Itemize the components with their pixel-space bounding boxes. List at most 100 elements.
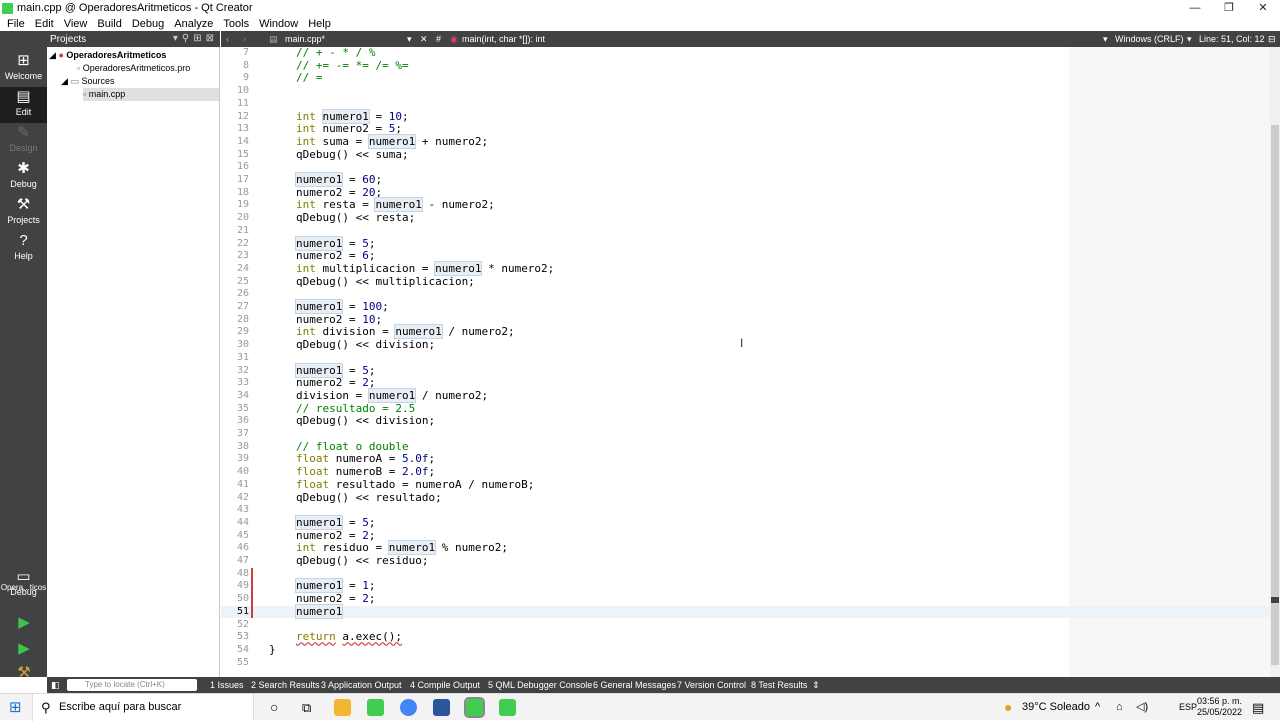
- line-number[interactable]: 30: [221, 339, 249, 352]
- line-number[interactable]: 48: [221, 568, 249, 581]
- output-tab-compile-output[interactable]: 4 Compile Output: [410, 677, 480, 693]
- qt-app-icon[interactable]: [367, 699, 384, 716]
- code-line[interactable]: 15 qDebug() << suma;: [221, 148, 1270, 162]
- locator-input[interactable]: Type to locate (Ctrl+K): [67, 679, 197, 691]
- windows-start-icon[interactable]: ⊞: [9, 694, 22, 721]
- menu-window[interactable]: Window: [254, 18, 303, 30]
- output-tab-qml-debugger-console[interactable]: 5 QML Debugger Console: [488, 677, 592, 693]
- code-line[interactable]: 30 qDebug() << division;: [221, 338, 1270, 352]
- line-number[interactable]: 18: [221, 187, 249, 200]
- code-line[interactable]: 9 // =: [221, 72, 1270, 85]
- line-number[interactable]: 49: [221, 580, 249, 593]
- tree-item-pro-file[interactable]: ▫ OperadoresAritmeticos.pro: [77, 62, 219, 75]
- line-number[interactable]: 29: [221, 326, 249, 339]
- output-tab-general-messages[interactable]: 6 General Messages: [593, 677, 676, 693]
- line-number[interactable]: 35: [221, 403, 249, 416]
- network-icon[interactable]: ⌂: [1116, 694, 1123, 721]
- code-line[interactable]: 10: [221, 85, 1270, 98]
- line-number[interactable]: 9: [221, 72, 249, 85]
- dropdown-arrow-icon[interactable]: ▾: [1187, 31, 1192, 47]
- taskbar-search-box[interactable]: ⚲ Escribe aquí para buscar: [32, 694, 254, 721]
- split-icon[interactable]: ⊞: [193, 33, 205, 44]
- code-line[interactable]: 13 int numero2 = 5;: [221, 122, 1270, 136]
- minimize-button[interactable]: —: [1178, 0, 1212, 16]
- menu-edit[interactable]: Edit: [30, 18, 59, 30]
- line-number[interactable]: 38: [221, 441, 249, 454]
- mode-debug[interactable]: ✱ Debug: [0, 159, 47, 195]
- line-number[interactable]: 10: [221, 85, 249, 98]
- nav-back-icon[interactable]: ‹: [226, 31, 229, 47]
- open-documents-combo[interactable]: main.cpp*: [285, 31, 413, 47]
- line-number[interactable]: 52: [221, 619, 249, 632]
- line-number[interactable]: 27: [221, 301, 249, 314]
- code-line[interactable]: 48: [221, 567, 1270, 581]
- code-line[interactable]: 32 numero1 = 5;: [221, 362, 1270, 378]
- line-number[interactable]: 45: [221, 530, 249, 543]
- language-indicator[interactable]: ESP: [1179, 694, 1197, 721]
- code-line[interactable]: 8 // += -= *= /= %=: [221, 59, 1270, 73]
- task-view-icon[interactable]: ⧉: [302, 694, 311, 721]
- line-number[interactable]: 55: [221, 657, 249, 670]
- output-tab-version-control[interactable]: 7 Version Control: [677, 677, 746, 693]
- scrollbar-thumb[interactable]: [1271, 125, 1279, 665]
- code-line[interactable]: 55: [221, 657, 1270, 670]
- weather-text[interactable]: 39°C Soleado: [1022, 694, 1090, 721]
- system-clock[interactable]: 03:56 p. m. 25/05/2022: [1197, 696, 1242, 718]
- menu-debug[interactable]: Debug: [127, 18, 169, 30]
- line-number[interactable]: 47: [221, 555, 249, 568]
- line-number[interactable]: 21: [221, 225, 249, 238]
- dropdown-arrow-icon[interactable]: ▾: [1103, 31, 1108, 47]
- line-number[interactable]: 43: [221, 504, 249, 517]
- line-number[interactable]: 12: [221, 111, 249, 124]
- menu-view[interactable]: View: [59, 18, 93, 30]
- code-line[interactable]: 49 numero1 = 1;: [221, 578, 1270, 594]
- mode-design[interactable]: ✎ Design: [0, 123, 47, 159]
- code-line[interactable]: 47 qDebug() << residuo;: [221, 554, 1270, 568]
- line-number[interactable]: 22: [221, 238, 249, 251]
- line-number[interactable]: 17: [221, 174, 249, 187]
- line-number[interactable]: 23: [221, 250, 249, 263]
- dropdown-arrow-icon[interactable]: ▾: [407, 31, 412, 47]
- menu-tools[interactable]: Tools: [218, 18, 254, 30]
- more-tabs-icon[interactable]: ⇕: [812, 677, 820, 693]
- line-number[interactable]: 51: [221, 606, 249, 619]
- code-line[interactable]: 21: [221, 225, 1270, 238]
- mode-edit[interactable]: ▤ Edit: [0, 87, 47, 123]
- code-line[interactable]: 42 qDebug() << resultado;: [221, 491, 1270, 505]
- line-number[interactable]: 53: [221, 631, 249, 644]
- mode-projects[interactable]: ⚒ Projects: [0, 195, 47, 231]
- line-number[interactable]: 40: [221, 466, 249, 479]
- chrome-icon[interactable]: [400, 699, 417, 716]
- line-number[interactable]: 32: [221, 365, 249, 378]
- line-number[interactable]: 46: [221, 542, 249, 555]
- volume-icon[interactable]: ◁): [1136, 694, 1148, 721]
- show-hidden-icons[interactable]: ^: [1095, 694, 1100, 721]
- line-number[interactable]: 14: [221, 136, 249, 149]
- tree-project-root[interactable]: ◢ ● OperadoresAritmeticos: [49, 49, 219, 62]
- start-debugging-button[interactable]: ▶: [14, 639, 34, 659]
- line-number[interactable]: 20: [221, 212, 249, 225]
- menu-help[interactable]: Help: [303, 18, 336, 30]
- code-line[interactable]: 25 qDebug() << multiplicacion;: [221, 275, 1270, 289]
- code-line[interactable]: 22 numero1 = 5;: [221, 235, 1270, 251]
- mode-help[interactable]: ? Help: [0, 231, 47, 267]
- close-button[interactable]: ✕: [1246, 0, 1280, 16]
- split-editor-icon[interactable]: ⊟: [1268, 31, 1276, 47]
- code-line[interactable]: 44 numero1 = 5;: [221, 514, 1270, 530]
- run-button[interactable]: ▶: [14, 613, 34, 633]
- code-line[interactable]: 20 qDebug() << resta;: [221, 211, 1270, 225]
- close-pane-icon[interactable]: ⊠: [206, 33, 218, 44]
- line-number[interactable]: 39: [221, 453, 249, 466]
- line-number[interactable]: 31: [221, 352, 249, 365]
- cursor-position[interactable]: Line: 51, Col: 12: [1199, 31, 1265, 47]
- line-number[interactable]: 15: [221, 149, 249, 162]
- line-number[interactable]: 16: [221, 161, 249, 174]
- expand-arrow-icon[interactable]: ◢: [61, 76, 68, 86]
- code-line[interactable]: 54}: [221, 643, 1270, 657]
- encoding-selector[interactable]: Windows (CRLF): [1115, 31, 1184, 47]
- nav-forward-icon[interactable]: ›: [243, 31, 246, 47]
- code-line[interactable]: 36 qDebug() << division;: [221, 414, 1270, 428]
- word-icon[interactable]: [433, 699, 450, 716]
- line-number[interactable]: 42: [221, 492, 249, 505]
- line-number[interactable]: 54: [221, 644, 249, 657]
